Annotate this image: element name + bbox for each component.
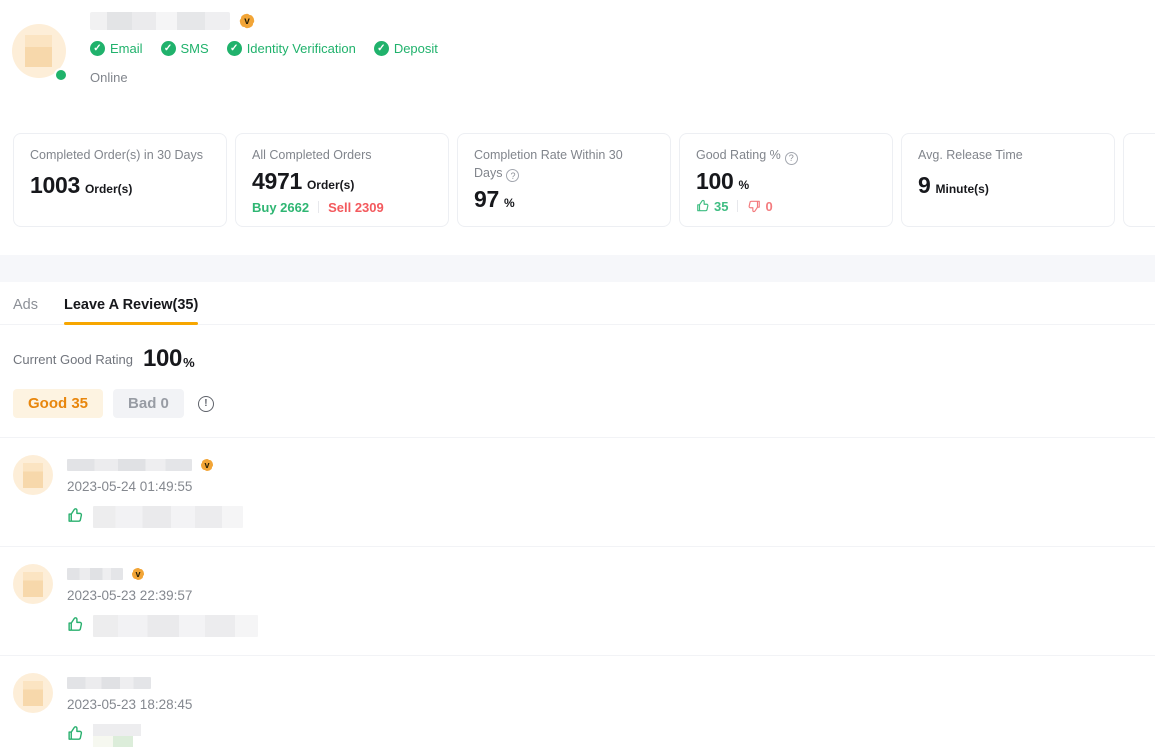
thumb-up-icon	[67, 616, 84, 633]
stat-title: Avg. Release Time	[918, 147, 1098, 165]
reviewer-avatar	[13, 564, 53, 604]
stat-unit: Minute(s)	[936, 182, 989, 196]
check-circle-icon: ✓	[227, 41, 242, 56]
verification-badges: ✓ Email ✓ SMS ✓ Identity Verification ✓ …	[90, 41, 438, 56]
stat-value: 1003	[30, 172, 80, 199]
verified-badge-icon: v	[238, 12, 256, 30]
merchant-header: v ✓ Email ✓ SMS ✓ Identity Verification …	[0, 0, 1155, 255]
review-item: v 2023-05-23 22:39:57	[0, 546, 1155, 655]
reviewer-avatar	[13, 673, 53, 713]
stat-unit: %	[504, 196, 515, 210]
online-status-dot	[54, 68, 68, 82]
badge-deposit: ✓ Deposit	[374, 41, 438, 56]
stat-title: Good Rating %?	[696, 147, 876, 165]
review-list: v 2023-05-24 01:49:55	[0, 437, 1155, 747]
stat-card-all-completed: All Completed Orders 4971 Order(s) Buy 2…	[235, 133, 449, 227]
redacted-merchant-name	[90, 12, 230, 30]
online-status-text: Online	[90, 70, 438, 85]
thumb-up-icon	[696, 199, 710, 213]
rating-label: Current Good Rating	[13, 352, 133, 367]
info-icon[interactable]: !	[198, 396, 214, 412]
divider	[737, 200, 738, 212]
tab-bar: Ads Leave A Review(35)	[0, 282, 1155, 325]
current-good-rating: Current Good Rating 100 %	[13, 345, 1155, 373]
redacted-reviewer-name	[67, 677, 151, 689]
badge-identity-verification: ✓ Identity Verification	[227, 41, 356, 56]
stat-card-good-rating: Good Rating %? 100 % 35 0	[679, 133, 893, 227]
expand-stats-button[interactable]	[1123, 133, 1155, 227]
stat-unit: Order(s)	[307, 178, 354, 192]
review-item: 2023-05-23 18:28:45	[0, 655, 1155, 747]
badge-label: Identity Verification	[247, 41, 356, 56]
verified-badge-icon: v	[199, 457, 215, 473]
check-circle-icon: ✓	[90, 41, 105, 56]
badge-sms: ✓ SMS	[161, 41, 209, 56]
filter-good-button[interactable]: Good 35	[13, 389, 103, 418]
rating-unit: %	[183, 355, 195, 370]
reviewer-avatar	[13, 455, 53, 495]
redacted-reviewer-name	[67, 568, 123, 580]
stat-value: 9	[918, 172, 931, 199]
thumb-down-icon	[747, 199, 761, 213]
chevron-double-right-icon	[1150, 167, 1155, 193]
section-divider-band	[0, 255, 1155, 282]
stats-cards-row: Completed Order(s) in 30 Days 1003 Order…	[13, 133, 1155, 227]
help-icon[interactable]: ?	[785, 152, 798, 165]
rating-value: 100	[143, 345, 182, 373]
stat-card-avg-release-time: Avg. Release Time 9 Minute(s)	[901, 133, 1115, 227]
review-section: Ads Leave A Review(35) Current Good Rati…	[0, 282, 1155, 747]
sell-count: Sell 2309	[328, 200, 384, 215]
review-timestamp: 2023-05-23 18:28:45	[67, 697, 192, 712]
stat-title: Completed Order(s) in 30 Days	[30, 147, 210, 165]
thumbs-down-count: 0	[765, 199, 772, 214]
redacted-reviewer-name	[67, 459, 192, 471]
redacted-review-comment	[93, 506, 243, 528]
stat-card-completion-rate: Completion Rate Within 30 Days? 97 %	[457, 133, 671, 227]
merchant-profile: v ✓ Email ✓ SMS ✓ Identity Verification …	[0, 0, 1155, 85]
stat-unit: %	[738, 178, 749, 192]
review-timestamp: 2023-05-23 22:39:57	[67, 588, 258, 603]
stat-value: 97	[474, 186, 499, 213]
badge-label: SMS	[181, 41, 209, 56]
check-circle-icon: ✓	[374, 41, 389, 56]
merchant-avatar	[12, 24, 66, 78]
thumb-up-icon	[67, 507, 84, 524]
redacted-review-comment	[93, 615, 258, 637]
verified-badge-icon: v	[130, 566, 146, 582]
stat-title: Completion Rate Within 30 Days?	[474, 147, 654, 182]
badge-label: Deposit	[394, 41, 438, 56]
filter-bad-button[interactable]: Bad 0	[113, 389, 184, 418]
review-filters: Good 35 Bad 0 !	[13, 389, 1155, 418]
tab-ads[interactable]: Ads	[13, 297, 38, 324]
badge-email: ✓ Email	[90, 41, 143, 56]
review-timestamp: 2023-05-24 01:49:55	[67, 479, 243, 494]
thumbs-up-count: 35	[714, 199, 728, 214]
check-circle-icon: ✓	[161, 41, 176, 56]
buy-count: Buy 2662	[252, 200, 309, 215]
stat-value: 100	[696, 168, 733, 195]
divider	[318, 201, 319, 213]
tab-leave-a-review[interactable]: Leave A Review(35)	[64, 297, 198, 324]
review-item: v 2023-05-24 01:49:55	[0, 437, 1155, 546]
stat-value: 4971	[252, 168, 302, 195]
help-icon[interactable]: ?	[506, 169, 519, 182]
thumb-up-icon	[67, 725, 84, 742]
redacted-review-comment	[93, 724, 141, 747]
badge-label: Email	[110, 41, 143, 56]
stat-card-completed-30d: Completed Order(s) in 30 Days 1003 Order…	[13, 133, 227, 227]
stat-unit: Order(s)	[85, 182, 132, 196]
stat-title: All Completed Orders	[252, 147, 432, 165]
